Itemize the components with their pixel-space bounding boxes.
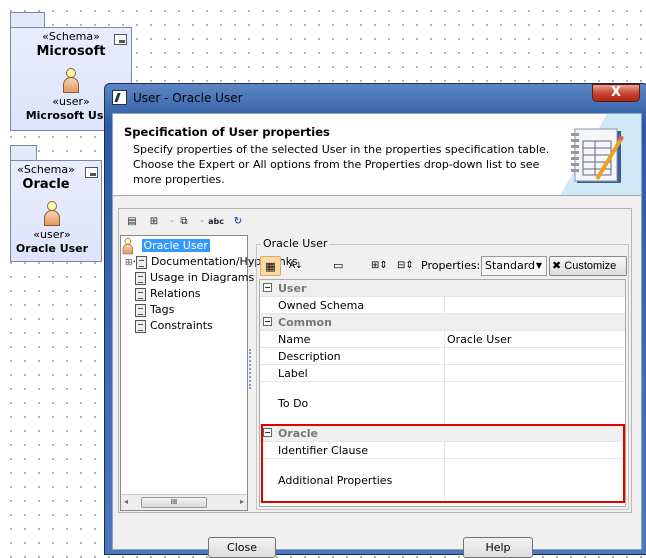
property-name: Name: [278, 332, 311, 346]
window-close-button[interactable]: X: [592, 84, 640, 102]
property-name: Description: [278, 349, 341, 363]
dialog-title: User - Oracle User: [133, 91, 243, 105]
close-button[interactable]: Close: [208, 537, 276, 558]
specification-icon: [571, 128, 624, 183]
table-row[interactable]: Owned Schema: [260, 297, 625, 314]
highlight-box: [261, 424, 625, 503]
group-row-user[interactable]: User: [260, 280, 625, 297]
description-toggle-icon[interactable]: ▭: [333, 256, 343, 276]
user-icon: [122, 238, 134, 255]
customize-label: Customize: [564, 260, 617, 272]
group-row-common[interactable]: Common: [260, 314, 625, 331]
scroll-thumb[interactable]: III: [141, 497, 207, 508]
package-name: Microsoft: [36, 44, 106, 59]
chevron-down-icon: ▼: [535, 261, 542, 270]
package-tab: [10, 145, 37, 161]
scroll-right-icon[interactable]: ▸: [240, 497, 244, 506]
dialog-body: ▤ ⊞ - ⧉ - abc ↻ Oracle User ⊞· Documentat…: [118, 208, 632, 513]
stereotype-label: «Schema»: [42, 30, 100, 43]
tree-item-label: Relations: [150, 287, 201, 300]
user-name[interactable]: Oracle User: [11, 242, 93, 255]
table-row[interactable]: Description: [260, 348, 625, 365]
refresh-icon[interactable]: ↻: [231, 215, 245, 229]
property-value[interactable]: Oracle User: [444, 331, 625, 347]
properties-dropdown[interactable]: Standard ▼: [481, 256, 547, 276]
table-view-icon[interactable]: ▤: [125, 215, 139, 229]
package-tab: [10, 12, 45, 28]
property-value[interactable]: [444, 365, 625, 381]
package-oracle[interactable]: «Schema» Oracle «user» Oracle User: [10, 160, 102, 262]
header-title: Specification of User properties: [124, 125, 330, 139]
property-value[interactable]: [444, 382, 625, 424]
properties-label: Properties:: [421, 259, 481, 272]
document-icon: [135, 287, 146, 301]
tree-root-label: Oracle User: [141, 239, 210, 252]
property-name: Label: [278, 366, 308, 380]
navigation-tree: Oracle User ⊞· Documentation/Hyperlinks U…: [120, 235, 298, 511]
dropdown-value: Standard: [485, 259, 536, 272]
specification-dialog: User - Oracle User X Specification of Us…: [104, 83, 646, 558]
sort-alpha-icon[interactable]: A↓: [289, 256, 303, 276]
package-icon: [85, 167, 98, 178]
spell-check-icon[interactable]: abc: [207, 215, 225, 229]
tree-item-tags[interactable]: Tags: [135, 302, 174, 318]
help-button[interactable]: Help: [463, 537, 533, 558]
stereotype-label: «Schema»: [17, 163, 75, 176]
document-icon: [136, 255, 148, 269]
customize-button[interactable]: ✖ Customize: [549, 256, 627, 276]
user-stereotype-label: «user»: [33, 228, 71, 241]
tree-view-icon[interactable]: ⊞: [147, 215, 161, 229]
tree-item-relations[interactable]: Relations: [135, 286, 201, 302]
document-icon: [135, 319, 146, 333]
wrench-icon: ✖: [552, 260, 562, 272]
package-name: Oracle: [22, 177, 70, 192]
tree-item-usage[interactable]: Usage in Diagrams: [135, 270, 254, 286]
categorized-view-button[interactable]: ▦: [260, 256, 281, 276]
scroll-left-icon[interactable]: ◂: [124, 497, 128, 506]
tree-item-constraints[interactable]: Constraints: [135, 318, 213, 334]
document-icon: [135, 303, 146, 317]
actor-icon[interactable]: [62, 68, 80, 94]
property-value[interactable]: [444, 348, 625, 364]
tree-item-label: Usage in Diagrams: [150, 271, 255, 284]
property-value[interactable]: [444, 297, 625, 313]
group-name: Common: [278, 315, 332, 329]
property-name: To Do: [278, 396, 309, 410]
collapse-icon[interactable]: [263, 283, 272, 292]
document-icon: [135, 271, 146, 285]
dialog-client: Specification of User properties Specify…: [112, 113, 642, 558]
table-row[interactable]: Name Oracle User: [260, 331, 625, 348]
properties-table: User Owned Schema Common Name Oracle User…: [259, 279, 626, 507]
dialog-header: Specification of User properties Specify…: [113, 114, 641, 196]
expand-all-icon[interactable]: ⊞⇕: [371, 256, 388, 276]
group-name: User: [278, 281, 307, 295]
tree-item-label: Tags: [150, 303, 175, 316]
header-description: Specify properties of the selected User …: [133, 143, 550, 186]
expand-icon[interactable]: ⊞: [125, 258, 133, 268]
copy-icon[interactable]: ⧉: [177, 215, 191, 229]
property-name: Owned Schema: [278, 298, 365, 312]
table-row[interactable]: Label: [260, 365, 625, 382]
splitter-handle[interactable]: [249, 349, 252, 389]
horizontal-scrollbar[interactable]: ◂ III ▸: [121, 494, 247, 510]
actor-icon[interactable]: [43, 201, 61, 227]
collapse-icon[interactable]: [263, 317, 272, 326]
app-icon: [112, 90, 127, 105]
properties-group: Oracle User ▦ A↓ ▭ ⊞⇕ ⊟⇕ Properties: Sta…: [256, 237, 629, 510]
title-bar[interactable]: User - Oracle User X: [105, 84, 646, 112]
tree-root[interactable]: Oracle User: [122, 238, 210, 255]
tree-item-label: Constraints: [150, 319, 213, 332]
group-label: Oracle User: [261, 237, 330, 250]
table-row[interactable]: To Do: [260, 382, 625, 425]
collapse-all-icon[interactable]: ⊟⇕: [397, 256, 414, 276]
